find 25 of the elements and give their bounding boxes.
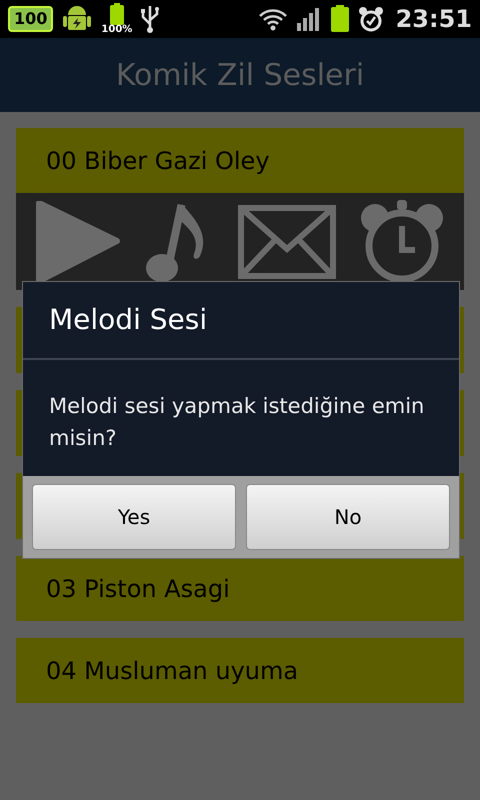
list-item-edge [16,473,22,539]
list-item-edge [460,390,464,456]
signal-icon [296,6,322,32]
alarm-clock-icon[interactable] [358,200,445,284]
wifi-icon [258,7,288,31]
dialog-message: Melodi sesi yapmak istediğine emin misin? [49,394,424,450]
list-item[interactable]: 00 Biber Gazi Oley [16,128,464,193]
battery-percent: 100% [101,25,132,35]
usb-icon [140,4,160,34]
list-item[interactable]: 04 Musluman uyuma [16,638,464,703]
battery-icon [330,5,350,33]
battery-level-badge: 100 [8,6,54,32]
app-title: Komik Zil Sesleri [116,56,364,94]
list-item[interactable]: 03 Piston Asagi [16,556,464,621]
envelope-icon[interactable] [238,204,336,278]
dialog-button[interactable]: No [246,484,450,550]
clock-time: 23:51 [396,4,472,35]
alarm-clock-icon [358,6,384,32]
battery-icon [110,3,124,25]
list-item-edge [16,307,22,373]
list-item-edge [460,307,464,373]
dialog-button[interactable]: Yes [32,484,236,550]
list-item-edge [16,390,22,456]
list-item-edge [460,473,464,539]
dialog-title: Melodi Sesi [49,302,208,338]
